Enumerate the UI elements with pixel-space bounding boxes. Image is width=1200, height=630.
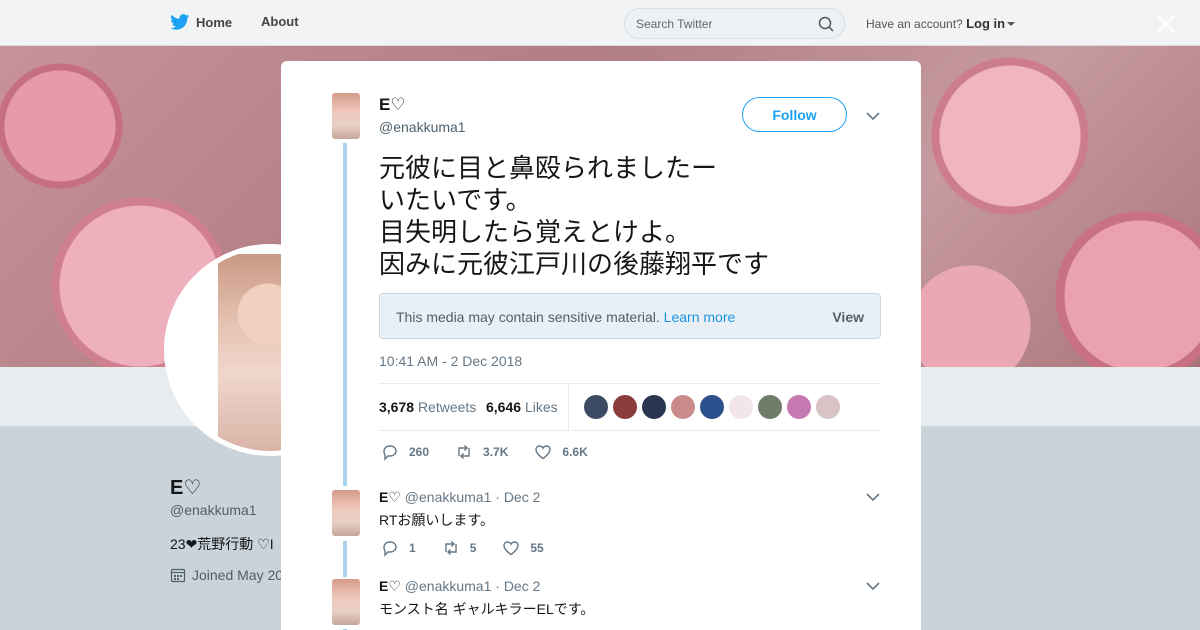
close-icon[interactable] bbox=[1152, 10, 1180, 38]
retweets-label: Retweets bbox=[417, 399, 477, 415]
like-count: 6.6K bbox=[562, 445, 588, 459]
top-navigation-bar: Home About Search Twitter Have an accoun… bbox=[0, 0, 1200, 46]
profile-bio: 23❤荒野行動 ♡I bbox=[170, 536, 274, 552]
author-avatar[interactable] bbox=[332, 93, 360, 139]
like-action[interactable]: 6.6K bbox=[534, 443, 588, 461]
liker-avatar[interactable] bbox=[671, 395, 695, 419]
tweet-modal: E♡ @enakkuma1 Follow 元彼に目と鼻殴られましたー いたいです… bbox=[281, 61, 921, 630]
like-action[interactable]: 55 bbox=[502, 539, 544, 557]
reply-text: モンスト名 ギャルキラーELです。 bbox=[379, 601, 595, 617]
tweet-actions: 260 3.7K 6.6K bbox=[381, 443, 614, 461]
reply-text: RTお願いします。 bbox=[379, 512, 495, 528]
reply-count: 260 bbox=[409, 445, 430, 459]
tweet-text-line: 因みに元彼江戸川の後藤翔平です bbox=[379, 250, 770, 280]
profile-handle: @enakkuma1 bbox=[170, 502, 257, 518]
caret-down-icon[interactable] bbox=[1007, 22, 1016, 26]
retweet-icon bbox=[444, 541, 457, 555]
nav-about[interactable]: About bbox=[261, 14, 299, 29]
liker-avatar[interactable] bbox=[787, 395, 811, 419]
tweet-text-line: 目失明したら覚えとけよ。 bbox=[379, 218, 692, 248]
nav-home-label: Home bbox=[196, 14, 233, 30]
reply-count: 1 bbox=[409, 541, 416, 555]
reply-author-name[interactable]: E♡ bbox=[379, 489, 401, 505]
author-name[interactable]: E♡ bbox=[379, 95, 406, 115]
reply-author-handle[interactable]: @enakkuma1 bbox=[405, 578, 492, 594]
profile-joined-text: Joined May 20 bbox=[192, 567, 284, 583]
retweet-icon bbox=[458, 445, 470, 459]
search-placeholder: Search Twitter bbox=[636, 17, 713, 31]
reply-action[interactable]: 260 bbox=[381, 443, 429, 461]
reply-actions: 1 5 55 bbox=[381, 539, 570, 557]
nav-about-label: About bbox=[261, 14, 299, 29]
reply-header: E♡ @enakkuma1 · Dec 2 bbox=[379, 578, 540, 595]
thread-line bbox=[343, 143, 347, 486]
sensitive-media-warning: This media may contain sensitive materia… bbox=[379, 293, 881, 339]
liker-avatar[interactable] bbox=[758, 395, 782, 419]
heart-icon bbox=[535, 445, 552, 460]
profile-joined: Joined May 20 bbox=[170, 567, 283, 583]
reply-avatar[interactable] bbox=[332, 490, 360, 536]
retweets-count: 3,678 bbox=[379, 399, 415, 415]
reply-author-handle[interactable]: @enakkuma1 bbox=[405, 489, 492, 505]
retweet-count: 5 bbox=[469, 541, 477, 555]
liker-avatar[interactable] bbox=[642, 395, 666, 419]
heart-icon bbox=[503, 541, 520, 556]
likes-stat[interactable]: 6,646 Likes bbox=[486, 399, 558, 415]
chevron-down-icon[interactable] bbox=[866, 492, 880, 502]
reply-avatar[interactable] bbox=[332, 579, 360, 625]
reply-date[interactable]: · Dec 2 bbox=[495, 489, 540, 505]
sensitive-message-text: This media may contain sensitive materia… bbox=[396, 309, 660, 325]
tweet-text: 元彼に目と鼻殴られましたー いたいです。 目失明したら覚えとけよ。 因みに元彼江… bbox=[379, 153, 769, 281]
learn-more-link[interactable]: Learn more bbox=[664, 309, 736, 325]
account-prompt: Have an account? bbox=[866, 17, 963, 31]
search-icon[interactable] bbox=[818, 16, 834, 32]
reply-author-name[interactable]: E♡ bbox=[379, 578, 401, 594]
twitter-bird-icon bbox=[170, 14, 190, 30]
likes-count: 6,646 bbox=[486, 399, 522, 415]
tweet-timestamp[interactable]: 10:41 AM - 2 Dec 2018 bbox=[379, 353, 522, 369]
tweet-text-line: いたいです。 bbox=[379, 186, 532, 216]
sensitive-message: This media may contain sensitive materia… bbox=[396, 309, 735, 325]
reply-action[interactable]: 1 bbox=[381, 539, 416, 557]
retweet-action[interactable]: 3.7K bbox=[455, 443, 508, 461]
view-media-button[interactable]: View bbox=[832, 309, 864, 325]
liker-avatar[interactable] bbox=[584, 395, 608, 419]
reply-icon bbox=[383, 541, 397, 557]
liker-avatar[interactable] bbox=[613, 395, 637, 419]
author-handle[interactable]: @enakkuma1 bbox=[379, 119, 466, 135]
retweet-action[interactable]: 5 bbox=[442, 539, 477, 557]
search-input[interactable]: Search Twitter bbox=[624, 8, 845, 39]
reply-date[interactable]: · Dec 2 bbox=[495, 578, 540, 594]
retweets-stat[interactable]: 3,678 Retweets bbox=[379, 399, 476, 415]
stats-divider bbox=[568, 384, 569, 430]
tweet-text-line: 元彼に目と鼻殴られましたー bbox=[379, 154, 718, 184]
retweet-count: 3.7K bbox=[483, 445, 509, 459]
follow-button[interactable]: Follow bbox=[742, 97, 847, 132]
login-area: Have an account? Log in bbox=[866, 16, 1016, 31]
like-count: 55 bbox=[530, 541, 544, 555]
liker-avatar[interactable] bbox=[729, 395, 753, 419]
tweet-stats: 3,678 Retweets 6,646 Likes bbox=[379, 383, 881, 431]
chevron-down-icon[interactable] bbox=[866, 111, 880, 121]
reply-header: E♡ @enakkuma1 · Dec 2 bbox=[379, 489, 540, 506]
liker-avatar[interactable] bbox=[700, 395, 724, 419]
profile-name: E♡ bbox=[170, 477, 202, 499]
liker-avatar[interactable] bbox=[816, 395, 840, 419]
nav-home[interactable]: Home bbox=[170, 14, 232, 30]
chevron-down-icon[interactable] bbox=[866, 581, 880, 591]
reply-icon bbox=[383, 445, 397, 461]
likes-label: Likes bbox=[524, 399, 558, 415]
login-link[interactable]: Log in bbox=[966, 16, 1005, 31]
thread-line bbox=[343, 541, 347, 577]
calendar-icon bbox=[170, 568, 186, 583]
